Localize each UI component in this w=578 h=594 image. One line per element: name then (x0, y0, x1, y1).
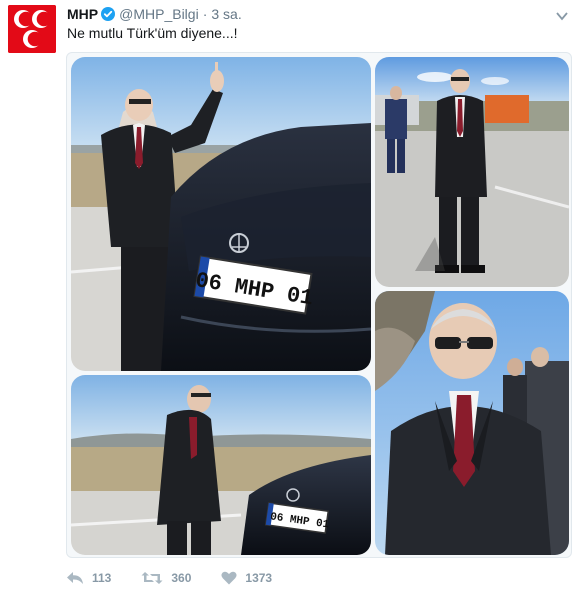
photo-4[interactable] (375, 291, 569, 555)
reply-count: 113 (92, 571, 112, 585)
chevron-down-icon[interactable] (556, 8, 568, 21)
like-count: 1373 (245, 571, 273, 585)
tweet-actions: 113 360 1373 (66, 569, 302, 587)
account-handle[interactable]: @MHP_Bilgi (119, 6, 199, 22)
tweet-text: Ne mutlu Türk'üm diyene...! (67, 25, 238, 41)
avatar[interactable] (8, 5, 56, 53)
retweet-button[interactable]: 360 (141, 571, 191, 585)
reply-icon (67, 572, 83, 584)
media-grid: 06 MHP 01 06 MHP 01 (66, 52, 572, 558)
photo-3[interactable]: 06 MHP 01 (71, 375, 371, 555)
verified-badge-icon (101, 7, 116, 21)
tweet-header: MHP @MHP_Bilgi · 3 sa. (67, 6, 242, 22)
mhp-crescents-logo (8, 5, 56, 53)
retweet-icon (141, 572, 163, 584)
account-name[interactable]: MHP (67, 6, 98, 22)
like-button[interactable]: 1373 (221, 571, 272, 585)
photo-1[interactable]: 06 MHP 01 (71, 57, 371, 371)
separator-dot: · (202, 6, 208, 22)
retweet-count: 360 (171, 571, 192, 585)
photo-2[interactable] (375, 57, 569, 287)
tweet-timestamp[interactable]: 3 sa. (211, 6, 241, 22)
reply-button[interactable]: 113 (66, 571, 111, 585)
heart-icon (221, 571, 237, 585)
